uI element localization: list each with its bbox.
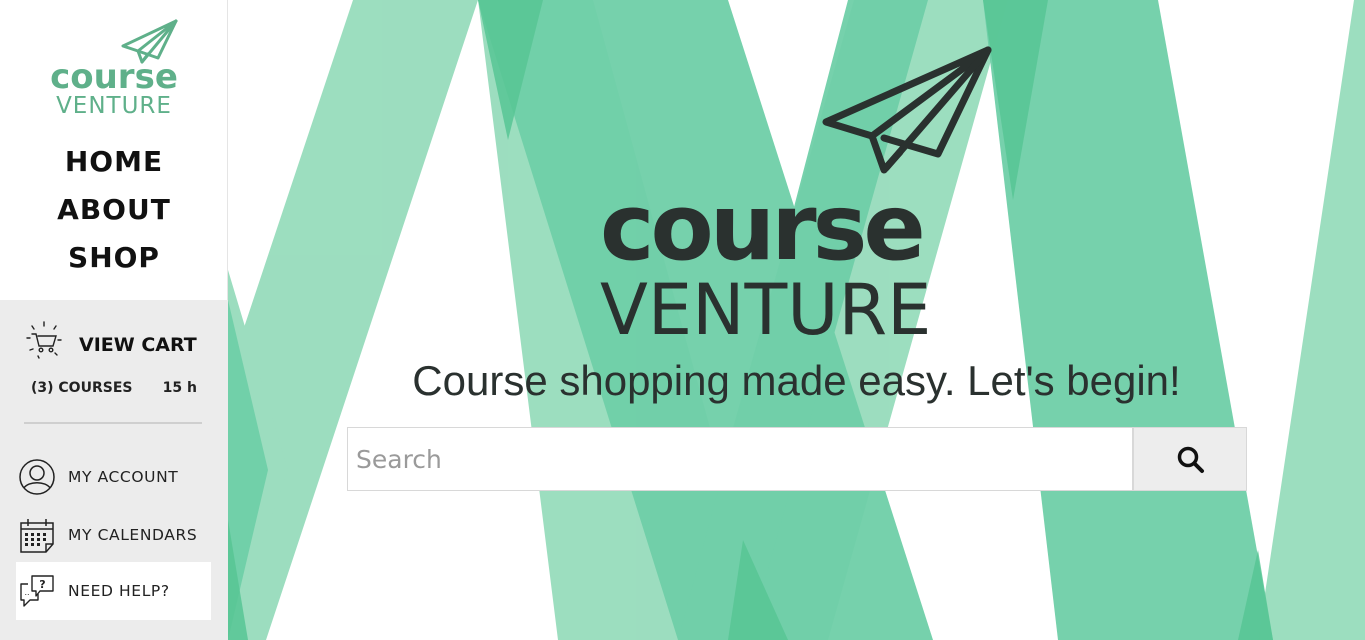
search-bar xyxy=(347,427,1247,491)
hero-logo-word-course: course xyxy=(600,174,926,281)
nav-about-link[interactable]: ABOUT xyxy=(0,186,228,234)
sidebar-logo-word-course: course xyxy=(50,57,178,97)
search-button[interactable] xyxy=(1133,427,1247,491)
need-help-link[interactable]: ? .. NEED HELP? xyxy=(16,562,211,620)
hero-logo-word-venture: VENTURE xyxy=(600,269,932,351)
chat-question-icon: ? .. xyxy=(20,575,54,607)
need-help-label: NEED HELP? xyxy=(68,582,170,600)
my-account-link[interactable]: MY ACCOUNT xyxy=(16,448,211,506)
hero-paper-plane-icon xyxy=(822,46,992,174)
calendar-icon xyxy=(20,519,54,553)
nav-home-link[interactable]: HOME xyxy=(0,138,228,186)
user-circle-icon xyxy=(19,459,55,495)
view-cart-label: VIEW CART xyxy=(79,334,197,356)
cart-total-hours: 15 h xyxy=(162,380,197,396)
divider xyxy=(24,422,202,424)
view-cart-button[interactable]: VIEW CART xyxy=(24,320,214,360)
main-nav: HOME ABOUT SHOP xyxy=(0,138,228,282)
cart-icon xyxy=(26,321,62,359)
my-calendars-label: MY CALENDARS xyxy=(68,526,198,544)
svg-text:?: ? xyxy=(39,578,45,591)
nav-shop-link[interactable]: SHOP xyxy=(0,234,228,282)
sidebar-logo[interactable]: course VENTURE xyxy=(0,14,228,124)
sidebar-logo-word-venture: VENTURE xyxy=(56,93,172,119)
search-input[interactable] xyxy=(347,427,1133,491)
cart-course-count: (3) COURSES xyxy=(31,380,133,396)
my-account-label: MY ACCOUNT xyxy=(68,468,179,486)
sidebar: course VENTURE HOME ABOUT SHOP VIEW CART… xyxy=(0,0,228,640)
hero-section: course VENTURE Course shopping made easy… xyxy=(228,0,1365,640)
my-calendars-link[interactable]: MY CALENDARS xyxy=(16,506,211,564)
hero-tagline: Course shopping made easy. Let's begin! xyxy=(412,357,1181,404)
account-panel: VIEW CART (3) COURSES 15 h MY ACCOUNT MY… xyxy=(0,300,228,640)
search-icon xyxy=(1177,446,1204,473)
svg-text:..: .. xyxy=(24,588,29,597)
